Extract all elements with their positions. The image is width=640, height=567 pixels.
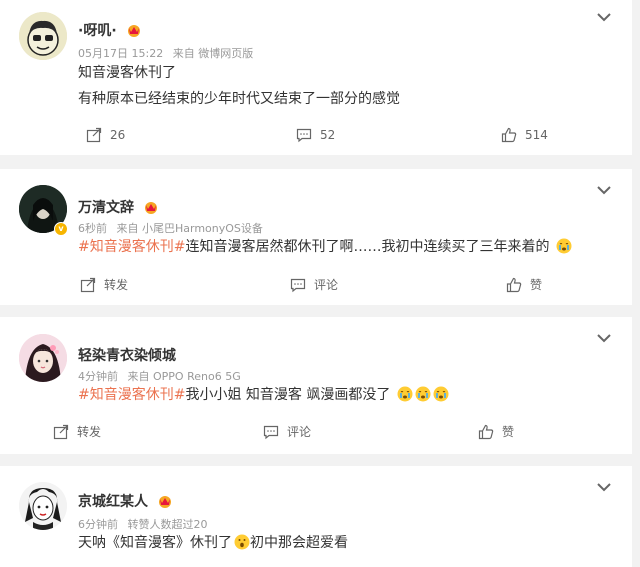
avatar[interactable]	[19, 482, 67, 530]
comment-button[interactable]: 评论	[263, 423, 311, 440]
comment-icon	[296, 128, 312, 143]
post-text: #知音漫客休刊#连知音漫客居然都休刊了啊……我初中连续买了三年来着的	[78, 237, 572, 257]
crying-emoji-icon	[397, 386, 413, 402]
comment-icon	[263, 425, 279, 439]
comment-count: 52	[320, 128, 336, 142]
like-label: 赞	[530, 278, 543, 292]
post-meta: 6分钟前 转赞人数超过20	[78, 516, 214, 532]
like-button[interactable]: 赞	[506, 276, 542, 293]
like-icon	[506, 277, 522, 292]
username-text[interactable]: 京城红某人	[78, 494, 148, 510]
avatar[interactable]	[19, 334, 67, 382]
chevron-down-icon[interactable]	[596, 482, 612, 492]
post-time[interactable]: 6分钟前	[78, 518, 118, 531]
repost-icon	[53, 424, 69, 439]
repost-button[interactable]: 转发	[80, 276, 128, 293]
hashtag-link[interactable]: #知音漫客休刊#	[78, 387, 185, 403]
like-button[interactable]: 514	[501, 127, 548, 143]
post-meta: 4分钟前 来自 OPPO Reno6 5G	[78, 368, 247, 384]
comment-label: 评论	[314, 278, 339, 292]
avatar[interactable]	[19, 12, 67, 60]
post-body: 我小小姐 知音漫客 飒漫画都没了	[185, 387, 391, 403]
username-text[interactable]: ·呀叽·	[78, 23, 117, 39]
repost-icon	[80, 277, 96, 292]
chevron-down-icon[interactable]	[596, 333, 612, 343]
username[interactable]: 万清文辞	[78, 197, 159, 217]
comment-label: 评论	[287, 425, 312, 439]
repost-label: 转发	[104, 278, 129, 292]
crying-emoji-icon	[415, 386, 431, 402]
like-icon	[478, 424, 494, 439]
username[interactable]: 轻染青衣染倾城	[78, 345, 176, 365]
post-meta: 6秒前 来自 小尾巴HarmonyOS设备	[78, 220, 269, 236]
post-source: 来自 小尾巴HarmonyOS设备	[116, 222, 263, 235]
chevron-down-icon[interactable]	[596, 12, 612, 22]
crying-emoji-icon	[433, 386, 449, 402]
post-body: 连知音漫客居然都休刊了啊……我初中连续买了三年来着的	[185, 239, 550, 255]
shocked-emoji-icon	[234, 534, 250, 550]
like-label: 赞	[502, 425, 515, 439]
like-icon	[501, 127, 517, 143]
post-text: #知音漫客休刊#我小小姐 知音漫客 飒漫画都没了	[78, 385, 449, 405]
post-card: v 万清文辞 6秒前 来自 小尾巴HarmonyOS设备 #知音漫客休刊#连知音…	[0, 169, 632, 305]
vip-crown-icon	[144, 202, 157, 214]
username-text[interactable]: 轻染青衣染倾城	[78, 348, 176, 364]
post-body: 初中那会超爱看	[250, 535, 348, 551]
crying-emoji-icon	[556, 238, 572, 254]
post-card: 京城红某人 6分钟前 转赞人数超过20 天呐《知音漫客》休刊了 初中那会超爱看	[0, 466, 632, 567]
repost-icon	[86, 127, 102, 143]
weibo-feed: ·呀叽· 05月17日 15:22 来自 微博网页版 知音漫客休刊了 有种原本已…	[0, 0, 640, 567]
post-card: ·呀叽· 05月17日 15:22 来自 微博网页版 知音漫客休刊了 有种原本已…	[0, 0, 632, 155]
repost-count: 26	[110, 128, 126, 142]
repost-button[interactable]: 转发	[53, 423, 101, 440]
comment-button[interactable]: 评论	[290, 276, 338, 293]
verified-badge-icon: v	[54, 222, 68, 236]
vip-crown-icon	[158, 496, 171, 508]
username[interactable]: ·呀叽·	[78, 20, 142, 40]
username[interactable]: 京城红某人	[78, 491, 173, 511]
post-body: 天呐《知音漫客》休刊了	[78, 535, 232, 551]
post-meta: 05月17日 15:22 来自 微博网页版	[78, 45, 259, 61]
post-text: 有种原本已经结束的少年时代又结束了一部分的感觉	[78, 91, 400, 107]
like-button[interactable]: 赞	[478, 423, 514, 440]
post-card: 轻染青衣染倾城 4分钟前 来自 OPPO Reno6 5G #知音漫客休刊#我小…	[0, 317, 632, 454]
comment-icon	[290, 278, 306, 292]
post-text: 知音漫客休刊了	[78, 65, 176, 81]
post-time[interactable]: 05月17日 15:22	[78, 47, 163, 60]
post-time[interactable]: 6秒前	[78, 222, 107, 235]
hashtag-link[interactable]: #知音漫客休刊#	[78, 239, 185, 255]
post-source: 来自 微博网页版	[172, 47, 254, 60]
vip-crown-icon	[127, 25, 140, 37]
post-source: 来自 OPPO Reno6 5G	[127, 370, 241, 383]
repost-label: 转发	[77, 425, 102, 439]
like-count: 514	[525, 128, 548, 142]
comment-button[interactable]: 52	[296, 127, 335, 143]
repost-button[interactable]: 26	[86, 127, 125, 143]
post-source: 转赞人数超过20	[127, 518, 208, 531]
post-time[interactable]: 4分钟前	[78, 370, 118, 383]
chevron-down-icon[interactable]	[596, 185, 612, 195]
post-text: 天呐《知音漫客》休刊了 初中那会超爱看	[78, 533, 348, 553]
username-text[interactable]: 万清文辞	[78, 200, 134, 216]
